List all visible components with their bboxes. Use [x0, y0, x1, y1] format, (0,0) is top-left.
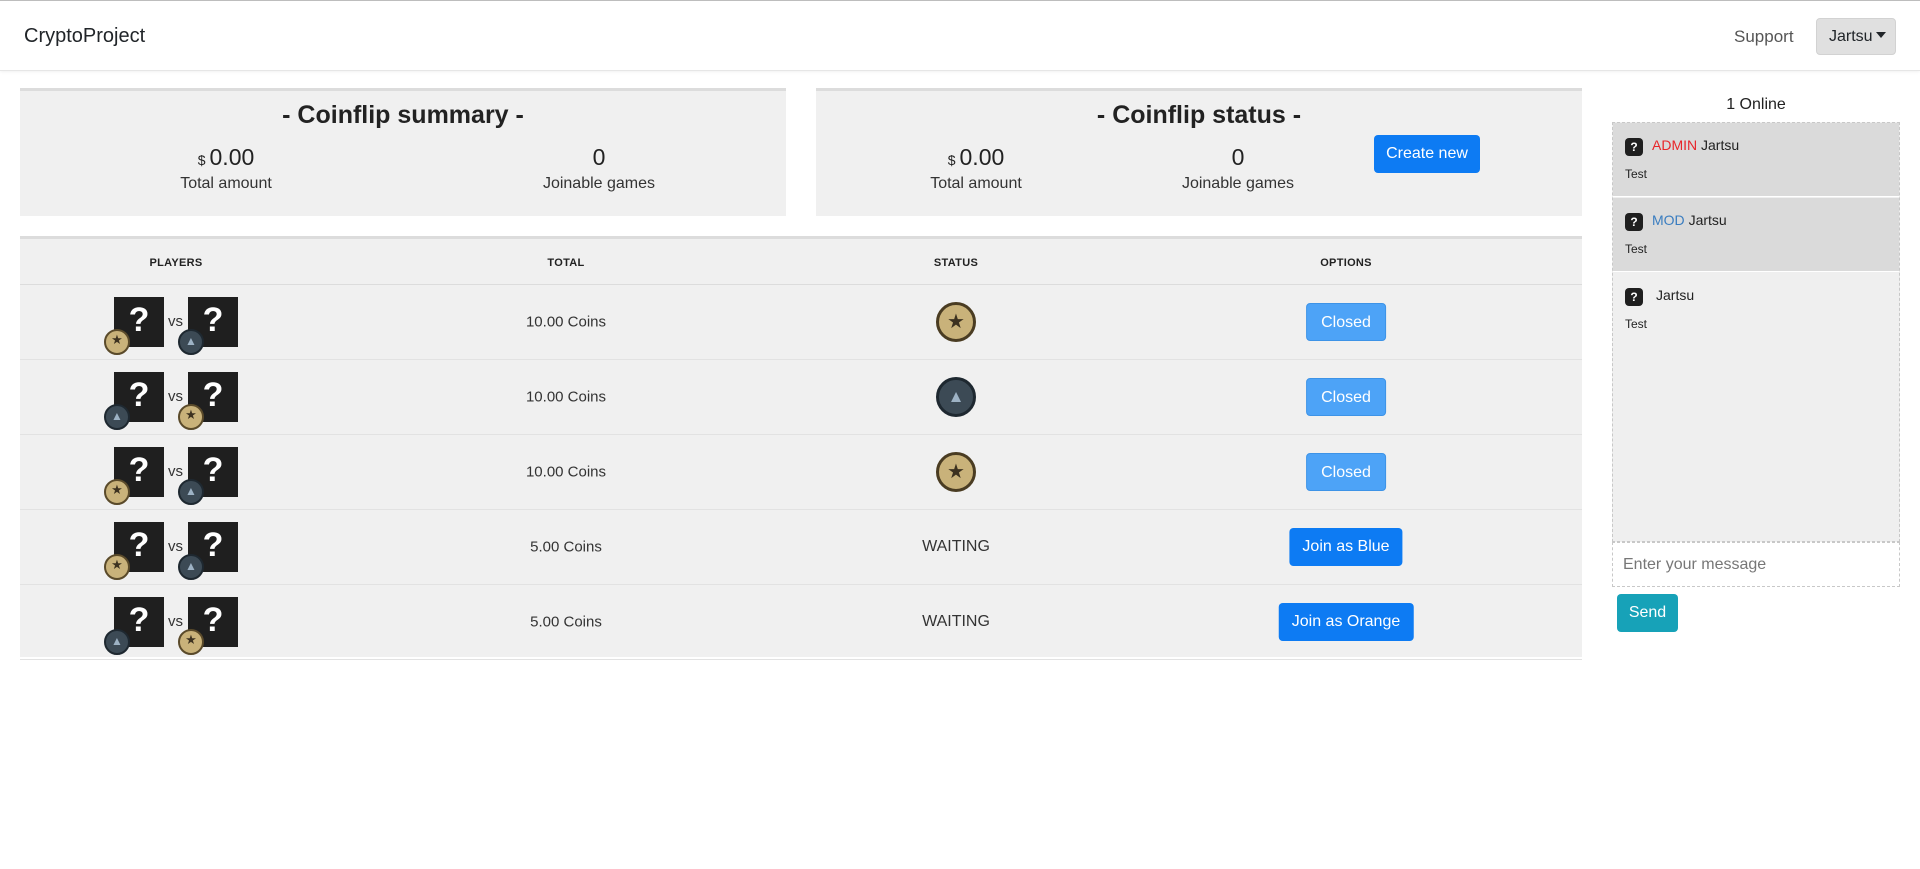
ct-badge-icon	[178, 329, 204, 355]
user-rank: ADMIN	[1652, 137, 1698, 153]
game-total: 10.00 Coins	[525, 463, 607, 481]
vs-label: vs	[168, 463, 183, 480]
ct-badge-icon	[178, 554, 204, 580]
currency-symbol: $	[947, 152, 956, 168]
status-joinable-label: Joinable games	[1181, 175, 1295, 192]
chat-message-header: ADMIN Jartsu	[1652, 137, 1739, 153]
send-button[interactable]: Send	[1617, 594, 1678, 632]
chat-message: ? Jartsu Test	[1613, 273, 1899, 347]
support-link[interactable]: Support	[1734, 27, 1794, 47]
vs-label: vs	[168, 538, 183, 555]
vs-label: vs	[168, 388, 183, 405]
table-row: ?vs?10.00 CoinsClosed	[20, 360, 1582, 435]
summary-joinable: 0 Joinable games	[489, 144, 709, 193]
ct-badge-icon	[104, 404, 130, 430]
table-header: PLAYERS TOTAL STATUS OPTIONS	[20, 239, 1582, 285]
currency-symbol: $	[197, 152, 206, 168]
caret-down-icon	[1875, 32, 1886, 38]
games-table: PLAYERS TOTAL STATUS OPTIONS ?vs?10.00 C…	[20, 236, 1582, 660]
game-total: 10.00 Coins	[525, 313, 607, 331]
t-badge-icon	[104, 479, 130, 505]
chat-message: ? MOD Jartsu Test	[1613, 198, 1899, 272]
chat-message-header: MOD Jartsu	[1652, 212, 1727, 228]
online-count: 1 Online	[1726, 96, 1786, 113]
join-button[interactable]: Join as Orange	[1278, 603, 1414, 641]
question-mark-icon: ?	[1625, 138, 1643, 156]
chat-message-text: Test	[1625, 242, 1648, 256]
summary-joinable-label: Joinable games	[542, 175, 656, 192]
navbar: CryptoProject Support Jartsu	[0, 0, 1920, 71]
chat-message-text: Test	[1625, 167, 1648, 181]
chat-username[interactable]: Jartsu	[1656, 287, 1694, 303]
t-status-icon	[936, 302, 976, 342]
summary-total-value: 0.00	[209, 144, 255, 170]
closed-button[interactable]: Closed	[1306, 303, 1386, 341]
status-total: $0.00 Total amount	[866, 144, 1086, 193]
header-players: PLAYERS	[149, 257, 203, 269]
chat-message-header: Jartsu	[1656, 287, 1694, 303]
brand-link[interactable]: CryptoProject	[24, 25, 145, 48]
vs-label: vs	[168, 313, 183, 330]
join-button[interactable]: Join as Blue	[1289, 528, 1403, 566]
table-row: ?vs?5.00 CoinsWAITINGJoin as Blue	[20, 510, 1582, 585]
t-badge-icon	[104, 554, 130, 580]
status-text: WAITING	[922, 613, 990, 630]
status-total-value: 0.00	[959, 144, 1005, 170]
coinflip-summary-card: - Coinflip summary - $0.00 Total amount …	[20, 88, 786, 216]
summary-title: - Coinflip summary -	[282, 101, 524, 129]
chat-message: ? ADMIN Jartsu Test	[1613, 123, 1899, 197]
table-row: ?vs?5.00 CoinsWAITINGJoin as Orange	[20, 585, 1582, 660]
chat-messages[interactable]: ? ADMIN Jartsu Test? MOD Jartsu Test? Jartsu T…	[1612, 122, 1900, 542]
status-total-label: Total amount	[930, 175, 1022, 192]
ct-badge-icon	[178, 479, 204, 505]
ct-status-icon	[936, 377, 976, 417]
question-mark-icon: ?	[1625, 288, 1643, 306]
question-mark-icon: ?	[1625, 213, 1643, 231]
summary-total-label: Total amount	[180, 175, 272, 192]
summary-joinable-value: 0	[592, 144, 606, 170]
chat-username[interactable]: Jartsu	[1689, 212, 1727, 228]
user-rank: MOD	[1652, 212, 1685, 228]
coinflip-status-card: - Coinflip status - $0.00 Total amount 0…	[816, 88, 1582, 216]
game-total: 5.00 Coins	[530, 613, 602, 631]
t-badge-icon	[104, 329, 130, 355]
closed-button[interactable]: Closed	[1306, 378, 1386, 416]
chat-username[interactable]: Jartsu	[1701, 137, 1739, 153]
t-status-icon	[936, 452, 976, 492]
user-name: Jartsu	[1829, 28, 1873, 45]
game-total: 5.00 Coins	[530, 538, 602, 556]
t-badge-icon	[178, 629, 204, 655]
table-row: ?vs?10.00 CoinsClosed	[20, 435, 1582, 510]
closed-button[interactable]: Closed	[1306, 453, 1386, 491]
table-row: ?vs?10.00 CoinsClosed	[20, 285, 1582, 360]
status-joinable: 0 Joinable games	[1128, 144, 1348, 193]
user-dropdown-button[interactable]: Jartsu	[1816, 18, 1896, 55]
ct-badge-icon	[104, 629, 130, 655]
status-title: - Coinflip status -	[1096, 101, 1302, 129]
header-total: TOTAL	[547, 257, 585, 269]
create-new-button[interactable]: Create new	[1374, 135, 1480, 173]
status-joinable-value: 0	[1231, 144, 1245, 170]
header-options: OPTIONS	[1320, 257, 1372, 269]
chat-message-text: Test	[1625, 317, 1648, 331]
game-total: 10.00 Coins	[525, 388, 607, 406]
vs-label: vs	[168, 613, 183, 630]
summary-total: $0.00 Total amount	[116, 144, 336, 193]
status-text: WAITING	[922, 538, 990, 555]
header-status: STATUS	[933, 257, 979, 269]
chat-message-input[interactable]: Enter your message	[1612, 542, 1900, 587]
t-badge-icon	[178, 404, 204, 430]
